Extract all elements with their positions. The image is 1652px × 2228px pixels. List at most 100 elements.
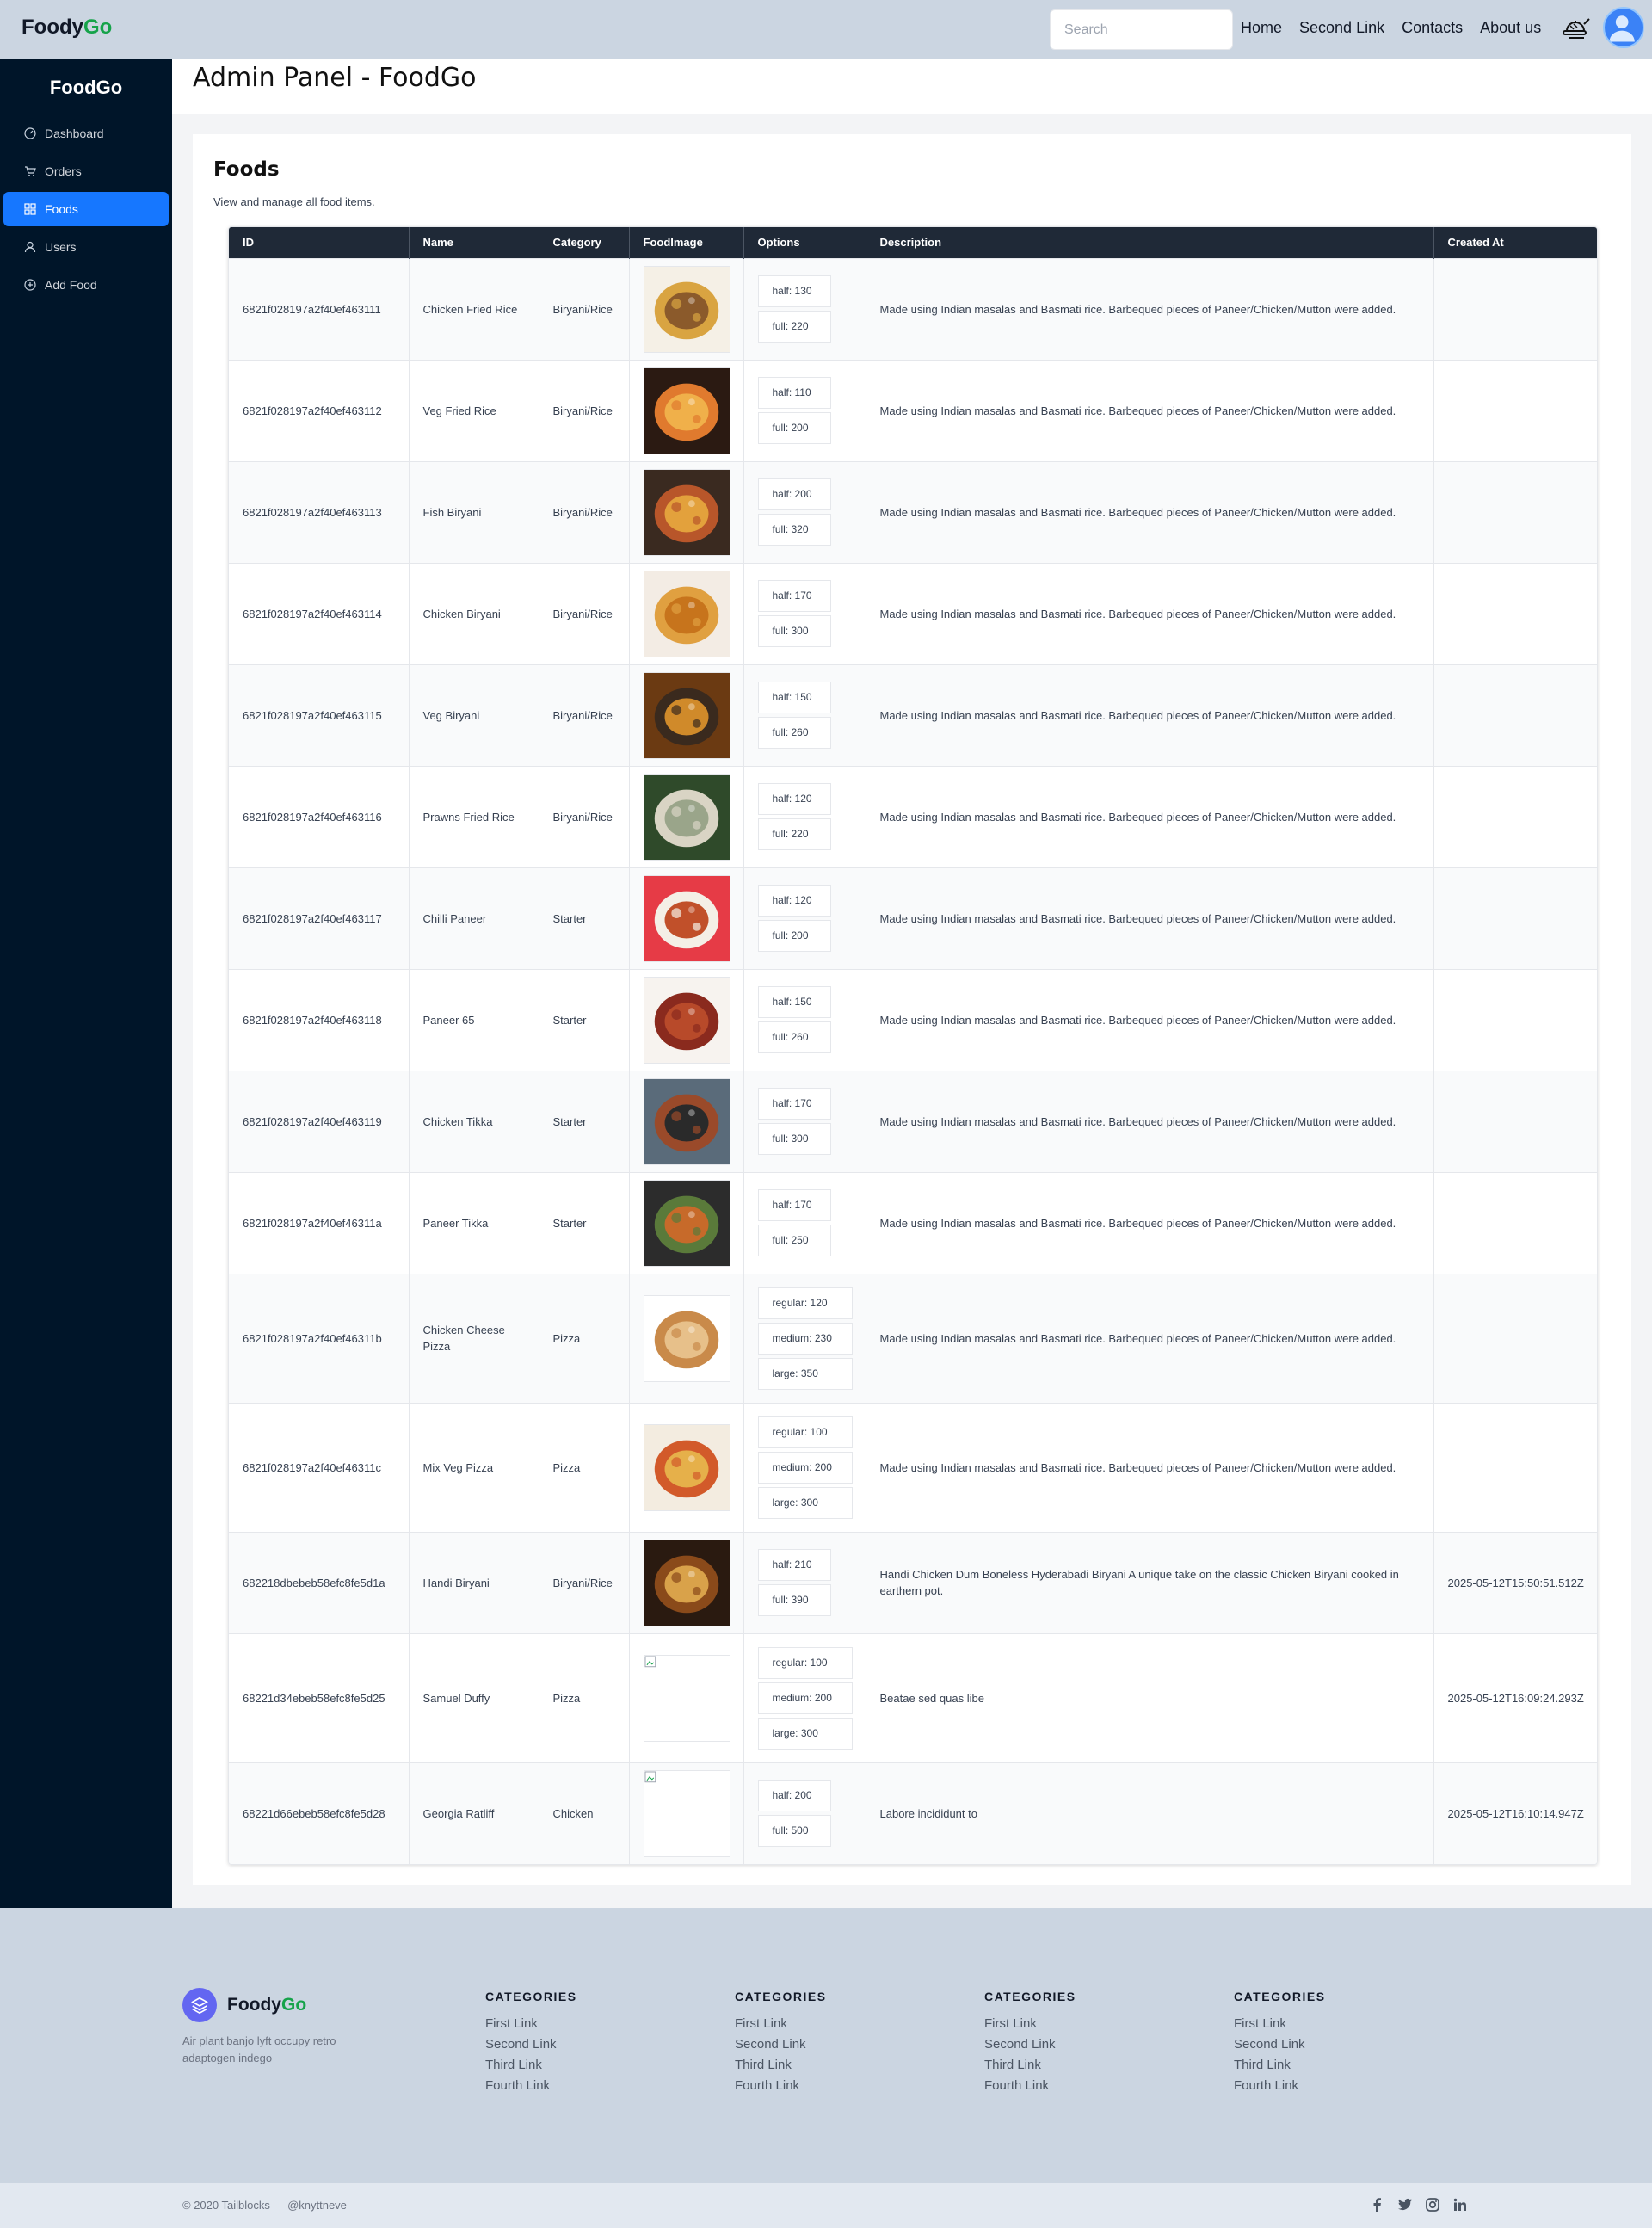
footer-link-third[interactable]: Third Link <box>735 2055 907 2076</box>
table-row[interactable]: 682218dbebeb58efc8fe5d1a Handi Biryani Bir… <box>229 1531 1597 1633</box>
cell-image <box>629 359 744 461</box>
foods-table-container[interactable]: ID Name Category FoodImage Options Descr… <box>228 226 1598 1865</box>
column-header-image[interactable]: FoodImage <box>629 227 744 258</box>
cell-name: Paneer 65 <box>409 968 539 1071</box>
food-image[interactable] <box>643 468 730 556</box>
table-row[interactable]: 6821f028197a2f40ef463115 Veg Biryani Birya… <box>229 663 1597 766</box>
food-image[interactable] <box>643 570 730 657</box>
table-row[interactable]: 6821f028197a2f40ef463117 Chilli Paneer Sta… <box>229 867 1597 969</box>
food-image[interactable] <box>643 265 730 353</box>
food-image[interactable] <box>643 1077 730 1165</box>
nav-link-home[interactable]: Home <box>1241 19 1282 37</box>
cell-category: Starter <box>539 968 630 1071</box>
footer-link-third[interactable]: Third Link <box>485 2055 657 2076</box>
column-header-description[interactable]: Description <box>866 227 1434 258</box>
food-image[interactable] <box>643 1294 730 1382</box>
sidebar-item-add-food[interactable]: Add Food <box>3 268 169 302</box>
table-row[interactable]: 68221d66ebeb58efc8fe5d28 Georgia Ratliff C… <box>229 1762 1597 1864</box>
table-row[interactable]: 6821f028197a2f40ef463116 Prawns Fried Ric… <box>229 765 1597 867</box>
option-chip: medium: 230 <box>757 1322 853 1355</box>
food-image[interactable] <box>643 976 730 1064</box>
sidebar-item-foods[interactable]: Foods <box>3 192 169 226</box>
cell-created-at <box>1433 460 1597 563</box>
sidebar-brand: FoodGo <box>49 77 123 98</box>
food-image[interactable] <box>643 874 730 962</box>
table-row[interactable]: 6821f028197a2f40ef463118 Paneer 65 Starter… <box>229 968 1597 1071</box>
footer-column-title: CATEGORIES <box>984 1990 1076 2003</box>
table-row[interactable]: 6821f028197a2f40ef46311c Mix Veg Pizza Piz… <box>229 1402 1597 1532</box>
options-list: regular: 120 medium: 230 large: 350 <box>757 1287 853 1390</box>
footer-link-third[interactable]: Third Link <box>984 2055 1156 2076</box>
cell-name: Mix Veg Pizza <box>409 1402 539 1532</box>
option-chip: large: 300 <box>757 1486 853 1519</box>
table-row[interactable]: 6821f028197a2f40ef463112 Veg Fried Rice Bi… <box>229 359 1597 461</box>
option-chip: full: 200 <box>757 920 831 952</box>
user-avatar[interactable] <box>1603 7 1644 48</box>
food-image[interactable] <box>643 367 730 454</box>
cell-description: Made using Indian masalas and Basmati ri… <box>866 765 1434 867</box>
table-row[interactable]: 6821f028197a2f40ef463111 Chicken Fried Ri… <box>229 257 1597 360</box>
footer-link-second[interactable]: Second Link <box>1234 2034 1406 2055</box>
facebook-icon[interactable] <box>1370 2197 1385 2213</box>
sidebar-item-label: Dashboard <box>45 127 104 140</box>
sidebar-item-users[interactable]: Users <box>3 230 169 264</box>
options-list: half: 150 full: 260 <box>757 986 852 1053</box>
foods-card: Foods View and manage all food items. ID… <box>193 134 1631 1885</box>
footer-link-third[interactable]: Third Link <box>1234 2055 1406 2076</box>
nav-link-contacts[interactable]: Contacts <box>1402 19 1463 37</box>
footer-link-fourth[interactable]: Fourth Link <box>735 2076 907 2096</box>
nav-link-second[interactable]: Second Link <box>1299 19 1384 37</box>
column-header-name[interactable]: Name <box>409 227 539 258</box>
top-navbar: FoodyGo Home Second Link Contacts About … <box>0 0 1652 59</box>
cell-description: Handi Chicken Dum Boneless Hyderabadi Bi… <box>866 1531 1434 1633</box>
instagram-icon[interactable] <box>1425 2197 1440 2213</box>
footer-column-4: CATEGORIES First Link Second Link Third … <box>1234 1990 1406 2096</box>
footer-link-second[interactable]: Second Link <box>485 2034 657 2055</box>
food-image[interactable] <box>643 773 730 861</box>
option-chip: regular: 100 <box>757 1416 853 1448</box>
footer-link-fourth[interactable]: Fourth Link <box>984 2076 1156 2096</box>
options-list: half: 130 full: 220 <box>757 275 852 343</box>
linkedin-icon[interactable] <box>1452 2197 1468 2213</box>
food-image[interactable] <box>643 1539 730 1626</box>
footer-link-first[interactable]: First Link <box>1234 2014 1406 2034</box>
food-image[interactable] <box>643 671 730 759</box>
table-row[interactable]: 6821f028197a2f40ef463119 Chicken Tikka Sta… <box>229 1070 1597 1172</box>
footer-link-fourth[interactable]: Fourth Link <box>1234 2076 1406 2096</box>
footer-brand[interactable]: FoodyGo <box>182 1988 306 2022</box>
table-row[interactable]: 6821f028197a2f40ef463113 Fish Biryani Biry… <box>229 460 1597 563</box>
food-image[interactable] <box>643 1179 730 1267</box>
footer-link-second[interactable]: Second Link <box>735 2034 907 2055</box>
footer-logo <box>182 1988 217 2022</box>
food-image[interactable] <box>643 1423 730 1511</box>
table-row[interactable]: 6821f028197a2f40ef46311b Chicken Cheese P… <box>229 1273 1597 1403</box>
broken-image-icon[interactable] <box>643 1654 730 1742</box>
cell-category: Biryani/Rice <box>539 460 630 563</box>
cell-options: half: 200 full: 500 <box>743 1762 866 1864</box>
nav-link-about[interactable]: About us <box>1480 19 1541 37</box>
column-header-created-at[interactable]: Created At <box>1433 227 1597 258</box>
search-input[interactable] <box>1050 9 1233 50</box>
table-row[interactable]: 68221d34ebeb58efc8fe5d25 Samuel Duffy Pizz… <box>229 1632 1597 1762</box>
cell-created-at <box>1433 1273 1597 1403</box>
broken-image-icon[interactable] <box>643 1769 730 1857</box>
food-delivery-icon[interactable] <box>1562 15 1591 45</box>
cell-id: 68221d66ebeb58efc8fe5d28 <box>229 1762 410 1864</box>
footer-link-first[interactable]: First Link <box>984 2014 1156 2034</box>
footer-link-fourth[interactable]: Fourth Link <box>485 2076 657 2096</box>
navbar-logo[interactable]: FoodyGo <box>22 15 112 40</box>
column-header-category[interactable]: Category <box>539 227 630 258</box>
table-row[interactable]: 6821f028197a2f40ef463114 Chicken Biryani B… <box>229 562 1597 664</box>
cell-category: Biryani/Rice <box>539 257 630 360</box>
cell-name: Chilli Paneer <box>409 867 539 969</box>
sidebar-item-dashboard[interactable]: Dashboard <box>3 116 169 151</box>
column-header-id[interactable]: ID <box>229 227 410 258</box>
table-row[interactable]: 6821f028197a2f40ef46311a Paneer Tikka Star… <box>229 1171 1597 1274</box>
footer-link-first[interactable]: First Link <box>485 2014 657 2034</box>
footer-link-first[interactable]: First Link <box>735 2014 907 2034</box>
sidebar-item-label: Users <box>45 240 77 254</box>
footer-link-second[interactable]: Second Link <box>984 2034 1156 2055</box>
twitter-icon[interactable] <box>1397 2197 1413 2213</box>
column-header-options[interactable]: Options <box>743 227 866 258</box>
sidebar-item-orders[interactable]: Orders <box>3 154 169 188</box>
